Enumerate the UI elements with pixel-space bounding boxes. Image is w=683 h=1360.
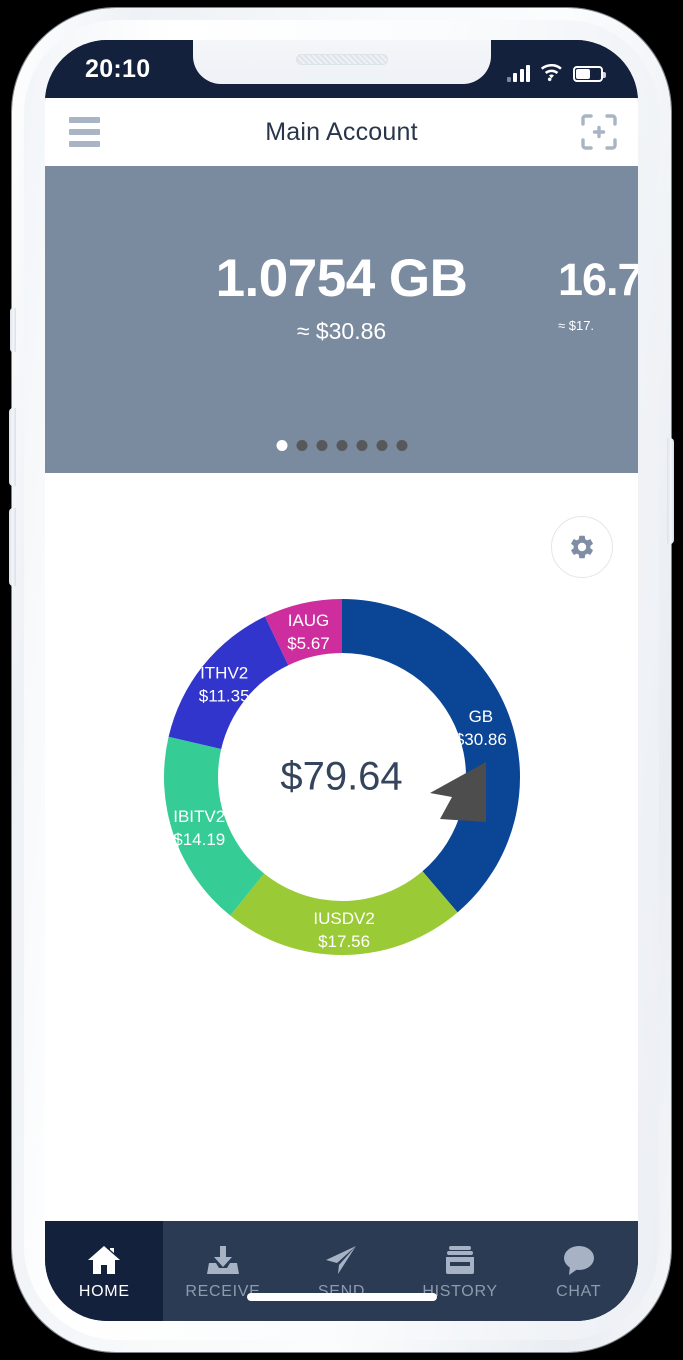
slice-value-iaug: $5.67 bbox=[287, 634, 330, 653]
battery-icon bbox=[573, 66, 606, 82]
portfolio-section: GB $30.86 IUSDV2 $17.56 IBITV2 $14.19 ITHV2 $11… bbox=[45, 473, 638, 1221]
bottom-navigation-bar: HOME RECEIVE SEND HISTORY CHAT bbox=[45, 1221, 638, 1321]
slice-value-iusdv2: $17.56 bbox=[318, 932, 370, 951]
donut-slice-ithv2[interactable] bbox=[168, 616, 288, 749]
nav-item-home[interactable]: HOME bbox=[45, 1221, 164, 1321]
silent-switch-button[interactable] bbox=[10, 308, 16, 352]
cellular-signal-icon bbox=[506, 65, 530, 82]
carousel-dot[interactable] bbox=[376, 440, 387, 451]
balance-slide-current[interactable]: 1.0754 GB ≈ $30.86 bbox=[45, 166, 638, 473]
volume-down-button[interactable] bbox=[9, 508, 16, 586]
carousel-dot[interactable] bbox=[316, 440, 327, 451]
balance-fiat-value-next: ≈ $17. bbox=[558, 318, 595, 333]
carousel-dot[interactable] bbox=[276, 440, 287, 451]
phone-screen: 20:10 Main Account 1.0754 GB ≈ $30.86 16… bbox=[45, 40, 638, 1321]
nav-item-send[interactable]: SEND bbox=[282, 1221, 401, 1321]
nav-item-history[interactable]: HISTORY bbox=[401, 1221, 520, 1321]
slice-value-ibitv2: $14.19 bbox=[173, 830, 225, 849]
slice-name-ibitv2: IBITV2 bbox=[173, 807, 225, 826]
archive-icon bbox=[442, 1242, 478, 1276]
wifi-icon bbox=[540, 64, 562, 82]
carousel-dot[interactable] bbox=[396, 440, 407, 451]
balance-amount: 1.0754 GB bbox=[215, 249, 468, 308]
slice-name-ithv2: ITHV2 bbox=[200, 664, 248, 683]
carousel-dot[interactable] bbox=[296, 440, 307, 451]
slice-name-gb: GB bbox=[468, 707, 493, 726]
balance-slide-next[interactable]: 16.7927 ≈ $17. bbox=[558, 166, 638, 473]
hamburger-menu-icon[interactable] bbox=[59, 112, 109, 152]
slice-value-gb: $30.86 bbox=[454, 730, 506, 749]
qr-scan-icon[interactable] bbox=[578, 111, 620, 153]
nav-items: HOME RECEIVE SEND HISTORY CHAT bbox=[45, 1221, 638, 1321]
nav-label-chat: CHAT bbox=[556, 1282, 602, 1300]
gear-glyph bbox=[571, 535, 593, 559]
home-icon bbox=[86, 1242, 122, 1276]
volume-up-button[interactable] bbox=[9, 408, 16, 486]
carousel-dot[interactable] bbox=[356, 440, 367, 451]
chat-icon bbox=[561, 1242, 597, 1276]
gear-icon[interactable] bbox=[551, 516, 613, 578]
slice-value-ithv2: $11.35 bbox=[198, 687, 249, 706]
slice-name-iusdv2: IUSDV2 bbox=[313, 909, 374, 928]
home-indicator-bar[interactable] bbox=[246, 1293, 437, 1301]
page-title: Main Account bbox=[265, 117, 418, 146]
nav-label-home: HOME bbox=[78, 1282, 130, 1300]
balance-amount-next: 16.7927 bbox=[558, 254, 638, 305]
carousel-dot[interactable] bbox=[336, 440, 347, 451]
carousel-pagination-dots[interactable] bbox=[276, 440, 407, 451]
portfolio-donut-chart[interactable]: GB $30.86 IUSDV2 $17.56 IBITV2 $14.19 ITHV2 $11… bbox=[163, 599, 520, 955]
app-header: Main Account bbox=[45, 98, 638, 166]
balance-carousel[interactable]: 1.0754 GB ≈ $30.86 16.7927 ≈ $17. bbox=[45, 166, 638, 473]
nav-item-receive[interactable]: RECEIVE bbox=[164, 1221, 283, 1321]
slice-name-iaug: IAUG bbox=[287, 611, 329, 630]
status-bar-icons bbox=[506, 56, 606, 82]
download-icon bbox=[205, 1242, 241, 1276]
nav-item-chat[interactable]: CHAT bbox=[519, 1221, 638, 1321]
power-button[interactable] bbox=[667, 438, 674, 544]
send-icon bbox=[323, 1242, 359, 1276]
speaker-grille bbox=[295, 54, 388, 65]
balance-fiat-value: ≈ $30.86 bbox=[296, 318, 387, 344]
status-bar-time: 20:10 bbox=[85, 55, 151, 83]
phone-notch bbox=[192, 40, 491, 84]
donut-center-total: $79.64 bbox=[280, 754, 403, 799]
